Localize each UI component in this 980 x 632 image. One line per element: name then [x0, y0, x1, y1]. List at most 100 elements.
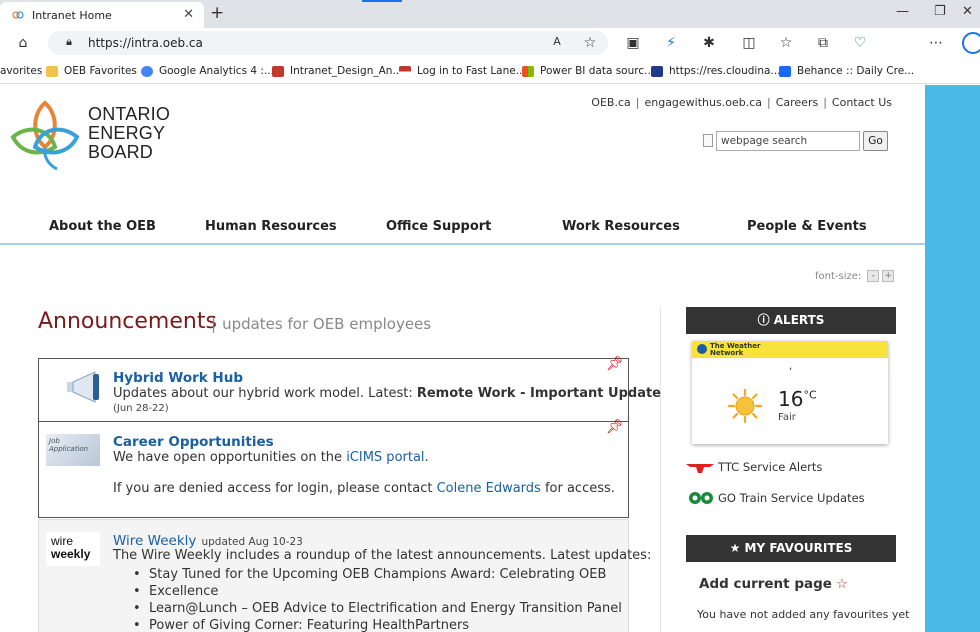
browser-side-panel	[925, 85, 980, 632]
read-aloud-icon[interactable]: A	[548, 35, 566, 48]
copilot-icon[interactable]	[962, 32, 980, 54]
main-nav: About the OEB Human Resources Office Sup…	[0, 211, 925, 245]
font-increase-button[interactable]: +	[882, 270, 895, 282]
microsoft-icon	[522, 65, 534, 77]
nav-people-events[interactable]: People & Events	[747, 219, 867, 234]
bookmark-intranet-design[interactable]: Intranet_Design_An...	[272, 65, 402, 77]
nav-human-resources[interactable]: Human Resources	[205, 219, 337, 234]
star-outline-icon[interactable]: ☆	[836, 576, 848, 592]
new-tab-button[interactable]: +	[210, 3, 224, 23]
utility-links: OEB.ca | engagewithus.oeb.ca | Careers | Conta…	[591, 96, 892, 109]
bookmark-favorites[interactable]: avorites	[0, 65, 42, 77]
google-icon	[141, 65, 153, 77]
list-item[interactable]: Learn@Lunch – OEB Advice to Electrificat…	[133, 600, 622, 617]
weather-condition: Fair	[778, 412, 796, 423]
split-screen-icon[interactable]: ◫	[740, 35, 758, 51]
favorites-icon[interactable]: ☆	[777, 35, 795, 51]
list-item-continued: Excellence	[133, 583, 622, 600]
wire-weekly-link[interactable]: Wire Weekly	[113, 533, 196, 549]
more-menu-icon[interactable]: ⋯	[927, 35, 945, 51]
alerts-title: ALERTS	[773, 313, 825, 327]
extension-blue-icon[interactable]: ⚡	[662, 35, 680, 51]
weather-widget[interactable]: The Weather Network , 16°C Fair	[692, 341, 888, 444]
close-tab-icon[interactable]: ✕	[183, 7, 194, 22]
nav-work-resources[interactable]: Work Resources	[562, 219, 680, 234]
home-icon[interactable]: ⌂	[14, 35, 32, 51]
go-train-label: GO Train Service Updates	[718, 491, 865, 505]
maximize-icon[interactable]: ❐	[934, 4, 946, 19]
font-size-control: font-size: - +	[815, 270, 895, 282]
pdf-icon	[272, 65, 284, 77]
column-divider	[660, 307, 661, 632]
bookmark-label: Google Analytics 4 :...	[159, 65, 274, 77]
site-favicon-icon	[12, 11, 24, 19]
go-train-updates-link[interactable]: GO Train Service Updates	[688, 491, 865, 505]
list-item[interactable]: Stay Tuned for the Upcoming OEB Champion…	[133, 566, 622, 583]
add-current-page-label: Add current page	[699, 576, 832, 592]
logo-wordmark[interactable]: ONTARIO ENERGY BOARD	[88, 105, 170, 162]
bookmark-label: Intranet_Design_An...	[290, 65, 403, 77]
updated-date: updated Aug 10-23	[201, 536, 303, 548]
link-engagewithus[interactable]: engagewithus.oeb.ca	[644, 96, 762, 109]
search-go-button[interactable]: Go	[863, 131, 888, 151]
collections-icon[interactable]: ⧉	[814, 35, 832, 51]
card-title: Wire Weekly updated Aug 10-23	[113, 530, 303, 549]
wire-weekly-logo: wire weekly	[46, 532, 100, 566]
tab-bar: Intranet Home ✕ + — ❐ ✕	[0, 0, 980, 28]
oeb-logo-icon[interactable]	[9, 95, 81, 171]
hybrid-work-hub-link[interactable]: Hybrid Work Hub	[113, 370, 243, 386]
document-icon	[703, 134, 713, 147]
nav-office-support[interactable]: Office Support	[386, 219, 491, 234]
link-careers[interactable]: Careers	[776, 96, 819, 109]
extension-icon[interactable]: ▣	[624, 35, 642, 51]
bookmark-behance[interactable]: Behance :: Daily Cre...	[779, 65, 914, 77]
card-text: for access.	[540, 481, 615, 496]
bookmark-fast-lane[interactable]: Log in to Fast Lane...	[399, 65, 526, 77]
icims-portal-link[interactable]: iCIMS portal	[346, 450, 424, 465]
announcement-career-opportunities: Job Application 📌︎ Career Opportunities …	[38, 419, 629, 518]
card-body-2: If you are denied access for login, plea…	[113, 481, 615, 496]
card-date: (Jun 28-22)	[113, 403, 169, 414]
url-text[interactable]: https://intra.oeb.ca	[88, 36, 203, 50]
weather-network-logo-icon	[697, 344, 707, 354]
ttc-logo-icon	[686, 464, 714, 473]
link-oeb-ca[interactable]: OEB.ca	[591, 96, 630, 109]
lock-icon[interactable]: 🔒︎	[60, 35, 78, 49]
minimize-icon[interactable]: —	[896, 4, 909, 19]
close-window-icon[interactable]: ✕	[962, 4, 973, 19]
ttc-alerts-link[interactable]: TTC Service Alerts	[686, 460, 822, 474]
card-body: The Wire Weekly includes a roundup of th…	[113, 548, 652, 563]
puzzle-extensions-icon[interactable]: ✱	[700, 35, 718, 51]
font-size-label: font-size:	[815, 270, 862, 282]
career-opportunities-link[interactable]: Career Opportunities	[113, 434, 274, 450]
temperature-unit: °C	[803, 388, 817, 402]
bookmark-google-analytics[interactable]: Google Analytics 4 :...	[141, 65, 274, 77]
wire-updates-list: Stay Tuned for the Upcoming OEB Champion…	[133, 566, 622, 632]
megaphone-icon	[67, 371, 99, 403]
bookmark-power-bi[interactable]: Power BI data sourc...	[522, 65, 654, 77]
card-title: Career Opportunities	[113, 431, 274, 450]
bookmark-label: Log in to Fast Lane...	[417, 65, 526, 77]
separator: |	[823, 96, 827, 109]
behance-icon	[779, 65, 791, 77]
add-current-page-button[interactable]: Add current page ☆	[699, 576, 848, 592]
colene-edwards-link[interactable]: Colene Edwards	[437, 481, 541, 496]
logo-line: ENERGY	[88, 123, 166, 143]
announcements-subtitle: | updates for OEB employees	[211, 315, 431, 333]
search-input[interactable]: webpage search	[716, 131, 860, 151]
list-item[interactable]: Power of Giving Corner: Featuring Health…	[133, 617, 622, 632]
browser-essentials-icon[interactable]: ♡	[851, 35, 869, 51]
font-decrease-button[interactable]: -	[867, 270, 880, 282]
link-contact-us[interactable]: Contact Us	[832, 96, 892, 109]
list-item-text: Excellence	[149, 584, 219, 599]
bookmark-cloudinary[interactable]: https://res.cloudina...	[651, 65, 780, 77]
favorite-star-icon[interactable]: ☆	[581, 35, 599, 51]
remote-work-update-link[interactable]: Remote Work - Important Update	[417, 386, 661, 401]
tab-intranet-home[interactable]: Intranet Home ✕	[0, 2, 204, 28]
nav-about-the-oeb[interactable]: About the OEB	[49, 219, 156, 234]
tab-title: Intranet Home	[32, 8, 112, 22]
logo-line: weekly	[51, 547, 91, 561]
subtitle-text: updates for OEB employees	[222, 315, 432, 333]
temperature: 16°C	[778, 387, 817, 411]
bookmark-oeb-favorites[interactable]: OEB Favorites	[46, 65, 137, 77]
